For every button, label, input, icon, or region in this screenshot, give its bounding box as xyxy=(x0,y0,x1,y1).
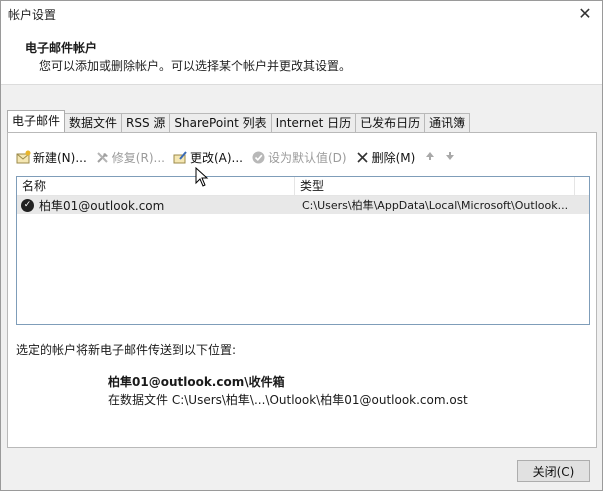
set-default-button[interactable]: 设为默认值(D) xyxy=(251,149,347,166)
new-account-label: 新建(N)... xyxy=(33,150,87,165)
change-button[interactable]: 更改(A)... xyxy=(173,149,243,166)
account-toolbar: 新建(N)... 修复(R)... 更改(A)... 设为默认值(D) 删除(M… xyxy=(16,147,463,167)
account-name: 柏隼01@outlook.com xyxy=(39,198,165,213)
delivery-data-file-path: 在数据文件 C:\Users\柏隼\...\Outlook\柏隼01@outlo… xyxy=(108,393,468,407)
tab-email[interactable]: 电子邮件 xyxy=(7,110,66,132)
list-header: 名称 类型 xyxy=(17,177,589,196)
tab-sharepoint-lists[interactable]: SharePoint 列表 xyxy=(169,113,272,132)
tab-rss-feeds[interactable]: RSS 源 xyxy=(121,113,171,132)
header-description: 您可以添加或删除帐户。可以选择某个帐户并更改其设置。 xyxy=(39,59,352,73)
change-label: 更改(A)... xyxy=(189,150,243,165)
move-up-icon[interactable] xyxy=(423,151,437,164)
email-tab-panel: 新建(N)... 修复(R)... 更改(A)... 设为默认值(D) 删除(M… xyxy=(7,132,597,448)
account-type-cell: C:\Users\柏隼\AppData\Local\Microsoft\Outl… xyxy=(302,199,569,212)
delivery-location-label: 选定的帐户将新电子邮件传送到以下位置: xyxy=(16,343,237,357)
remove-label: 删除(M) xyxy=(371,150,416,165)
repair-button[interactable]: 修复(R)... xyxy=(95,149,165,166)
check-circle-icon xyxy=(251,150,266,165)
column-header-name[interactable]: 名称 xyxy=(17,177,295,196)
window-title: 帐户设置 xyxy=(8,8,57,22)
table-row[interactable]: ✓ 柏隼01@outlook.com C:\Users\柏隼\AppData\L… xyxy=(17,196,589,214)
tools-icon xyxy=(95,150,110,165)
new-account-button[interactable]: 新建(N)... xyxy=(16,149,87,166)
account-name-cell: ✓ 柏隼01@outlook.com xyxy=(17,197,295,214)
mouse-cursor-icon xyxy=(195,167,209,187)
column-header-type[interactable]: 类型 xyxy=(295,177,575,196)
tab-address-books[interactable]: 通讯簿 xyxy=(424,113,471,132)
title-bar: 帐户设置 ✕ xyxy=(1,1,602,27)
delivery-folder: 柏隼01@outlook.com\收件箱 xyxy=(108,375,285,389)
tab-strip: 电子邮件 数据文件 RSS 源 SharePoint 列表 Internet 日… xyxy=(7,110,471,132)
set-default-label: 设为默认值(D) xyxy=(267,150,347,165)
tab-data-files[interactable]: 数据文件 xyxy=(64,113,123,132)
account-list[interactable]: 名称 类型 ✓ 柏隼01@outlook.com C:\Users\柏隼\App… xyxy=(16,176,590,325)
close-window-icon[interactable]: ✕ xyxy=(574,2,596,24)
remove-button[interactable]: 删除(M) xyxy=(355,149,416,166)
delete-x-icon xyxy=(355,150,370,165)
default-account-check-icon: ✓ xyxy=(21,198,34,212)
header-title: 电子邮件帐户 xyxy=(25,41,98,55)
close-button[interactable]: 关闭(C) xyxy=(517,460,590,482)
header-section: 电子邮件帐户 您可以添加或删除帐户。可以选择某个帐户并更改其设置。 xyxy=(1,27,602,85)
tab-internet-calendars[interactable]: Internet 日历 xyxy=(270,113,357,132)
account-settings-window: 帐户设置 ✕ 电子邮件帐户 您可以添加或删除帐户。可以选择某个帐户并更改其设置。… xyxy=(0,0,603,491)
tab-published-calendars[interactable]: 已发布日历 xyxy=(355,113,426,132)
repair-label: 修复(R)... xyxy=(111,150,165,165)
change-settings-icon xyxy=(173,150,188,165)
new-mail-icon xyxy=(16,150,31,165)
move-down-icon[interactable] xyxy=(443,151,457,164)
